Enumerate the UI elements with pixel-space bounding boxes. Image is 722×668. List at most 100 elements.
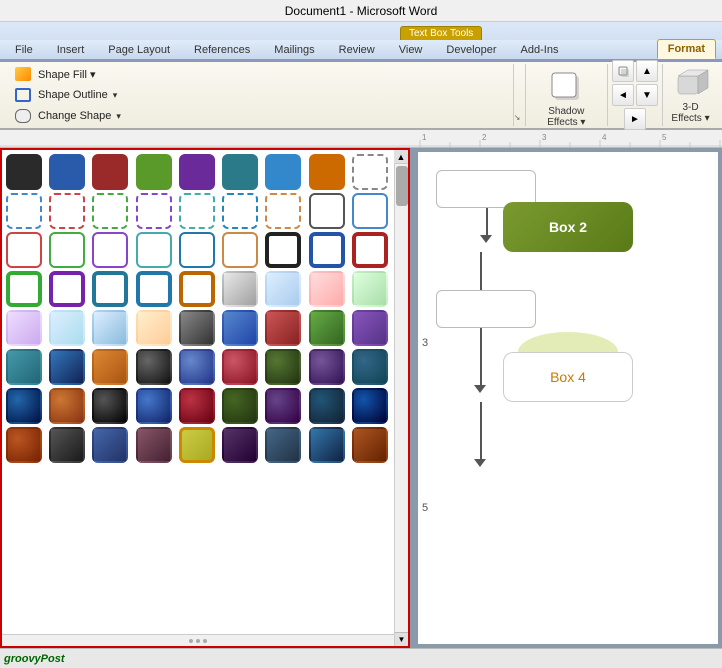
style-item[interactable]: [352, 271, 388, 307]
tab-references[interactable]: References: [183, 40, 261, 59]
style-item[interactable]: [179, 310, 215, 346]
style-item[interactable]: [222, 427, 258, 463]
style-item[interactable]: [179, 388, 215, 424]
style-item[interactable]: [265, 349, 301, 385]
group-expand-icon[interactable]: ↘: [514, 64, 526, 126]
style-item[interactable]: [352, 154, 388, 190]
style-item[interactable]: [309, 154, 345, 190]
tab-view[interactable]: View: [388, 40, 434, 59]
style-item[interactable]: [92, 310, 128, 346]
style-item[interactable]: [352, 427, 388, 463]
style-item[interactable]: [179, 271, 215, 307]
style-item[interactable]: [222, 193, 258, 229]
style-item[interactable]: [265, 388, 301, 424]
style-item-yellow-selected[interactable]: [179, 427, 215, 463]
style-item[interactable]: [92, 193, 128, 229]
tab-addins[interactable]: Add-Ins: [510, 40, 570, 59]
style-item[interactable]: [92, 427, 128, 463]
style-item[interactable]: [222, 349, 258, 385]
style-item[interactable]: [136, 388, 172, 424]
style-item[interactable]: [6, 193, 42, 229]
tab-developer[interactable]: Developer: [435, 40, 507, 59]
box-plain-2[interactable]: [436, 290, 536, 328]
style-item[interactable]: [49, 388, 85, 424]
tab-mailings[interactable]: Mailings: [263, 40, 325, 59]
tab-format[interactable]: Format: [657, 39, 716, 59]
style-item[interactable]: [179, 232, 215, 268]
scroll-up-button[interactable]: ▲: [394, 150, 408, 164]
shape-fill-button[interactable]: Shape Fill ▾: [10, 64, 507, 84]
shadow-nudge-up-button[interactable]: ▲: [636, 60, 658, 82]
style-item[interactable]: [265, 271, 301, 307]
style-item[interactable]: [222, 154, 258, 190]
style-item[interactable]: [49, 310, 85, 346]
style-item[interactable]: [179, 154, 215, 190]
style-item[interactable]: [6, 310, 42, 346]
style-item[interactable]: [6, 154, 42, 190]
box4[interactable]: Box 4: [503, 352, 633, 402]
style-item[interactable]: [222, 388, 258, 424]
style-item[interactable]: [352, 349, 388, 385]
style-item[interactable]: [352, 193, 388, 229]
shape-outline-button[interactable]: Shape Outline ▾: [10, 85, 507, 105]
style-item[interactable]: [49, 271, 85, 307]
style-item[interactable]: [6, 427, 42, 463]
tab-insert[interactable]: Insert: [46, 40, 96, 59]
style-item[interactable]: [6, 388, 42, 424]
style-item[interactable]: [222, 310, 258, 346]
style-item[interactable]: [136, 271, 172, 307]
style-item[interactable]: [136, 427, 172, 463]
style-item[interactable]: [92, 154, 128, 190]
shadow-on-off-button[interactable]: [612, 60, 634, 82]
style-item[interactable]: [49, 154, 85, 190]
style-item[interactable]: [49, 193, 85, 229]
style-item-selected[interactable]: [265, 232, 301, 268]
style-item[interactable]: [309, 232, 345, 268]
tab-review[interactable]: Review: [328, 40, 386, 59]
shadow-nudge-left-button[interactable]: ◄: [612, 84, 634, 106]
style-item[interactable]: [92, 349, 128, 385]
change-shape-button[interactable]: Change Shape ▾: [10, 106, 507, 126]
tab-file[interactable]: File: [4, 40, 44, 59]
style-item[interactable]: [136, 154, 172, 190]
style-item[interactable]: [265, 193, 301, 229]
style-item[interactable]: [6, 349, 42, 385]
style-item[interactable]: [309, 427, 345, 463]
style-item[interactable]: [265, 427, 301, 463]
style-item[interactable]: [136, 193, 172, 229]
shadow-nudge-right-button[interactable]: ►: [624, 108, 646, 130]
shadow-nudge-down-button[interactable]: ▼: [636, 84, 658, 106]
style-item[interactable]: [352, 232, 388, 268]
style-item[interactable]: [49, 232, 85, 268]
style-item[interactable]: [309, 349, 345, 385]
scrollbar[interactable]: ▲ ▼: [394, 150, 408, 646]
style-item[interactable]: [49, 349, 85, 385]
style-item[interactable]: [265, 154, 301, 190]
style-item[interactable]: [222, 232, 258, 268]
style-item[interactable]: [309, 388, 345, 424]
style-item[interactable]: [265, 310, 301, 346]
shadow-effects-button[interactable]: ShadowEffects ▾: [545, 66, 587, 130]
scroll-down-arrow[interactable]: ▼: [395, 632, 409, 646]
style-item[interactable]: [352, 310, 388, 346]
style-item[interactable]: [6, 271, 42, 307]
style-item[interactable]: [179, 349, 215, 385]
style-item[interactable]: [222, 271, 258, 307]
scroll-thumb[interactable]: [396, 166, 408, 206]
style-item[interactable]: [136, 310, 172, 346]
style-item[interactable]: [136, 232, 172, 268]
style-item[interactable]: [309, 271, 345, 307]
style-item[interactable]: [352, 388, 388, 424]
style-item[interactable]: [6, 232, 42, 268]
style-item[interactable]: [309, 310, 345, 346]
style-item[interactable]: [179, 193, 215, 229]
style-item[interactable]: [92, 388, 128, 424]
style-item[interactable]: [92, 232, 128, 268]
tab-pagelayout[interactable]: Page Layout: [97, 40, 181, 59]
style-item[interactable]: [309, 193, 345, 229]
style-item[interactable]: [136, 349, 172, 385]
box2[interactable]: Box 2: [503, 202, 633, 252]
style-item[interactable]: [92, 271, 128, 307]
style-item[interactable]: [49, 427, 85, 463]
effects-3d-button[interactable]: 3-DEffects ▾: [671, 66, 709, 124]
